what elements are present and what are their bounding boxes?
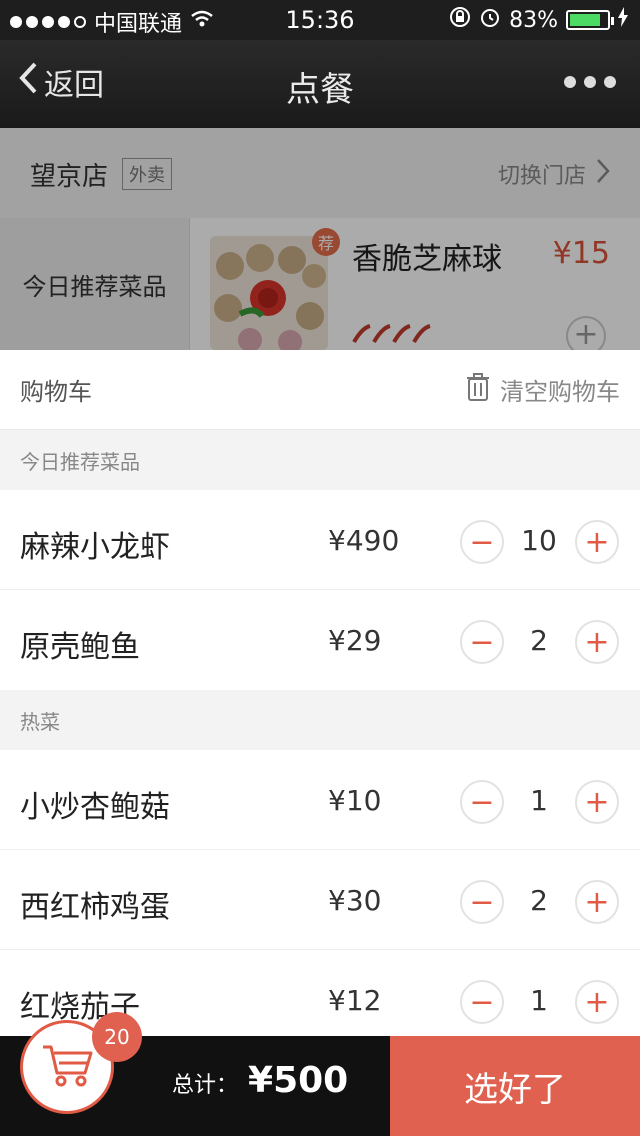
cart-header: 购物车 清空购物车 bbox=[0, 350, 640, 430]
cart-title: 购物车 bbox=[20, 378, 92, 406]
item-price: ¥490 bbox=[328, 524, 400, 557]
cart-panel: 购物车 清空购物车 今日推荐菜品 麻辣小龙虾 ¥490 − 10 + 原壳鲍鱼 … bbox=[0, 350, 640, 1036]
item-name: 原壳鲍鱼 bbox=[20, 630, 140, 665]
item-price: ¥30 bbox=[328, 884, 382, 917]
item-quantity: 2 bbox=[530, 884, 548, 917]
more-dots-icon bbox=[564, 76, 576, 88]
item-quantity: 2 bbox=[530, 624, 548, 657]
increase-button[interactable]: + bbox=[575, 620, 619, 664]
overlay-dim[interactable] bbox=[0, 128, 640, 350]
decrease-button[interactable]: − bbox=[460, 880, 504, 924]
alarm-icon bbox=[479, 6, 501, 34]
cart-item: 麻辣小龙虾 ¥490 − 10 + bbox=[0, 490, 640, 590]
item-name: 小炒杏鲍菇 bbox=[20, 790, 170, 825]
status-bar: 中国联通 15:36 83% bbox=[0, 0, 640, 40]
item-price: ¥10 bbox=[328, 784, 382, 817]
charging-icon bbox=[618, 7, 628, 33]
battery-icon bbox=[566, 10, 614, 30]
status-right: 83% bbox=[449, 6, 628, 34]
section-header: 热菜 bbox=[0, 690, 640, 750]
item-quantity: 1 bbox=[530, 984, 548, 1017]
nav-bar: 返回 点餐 bbox=[0, 40, 640, 128]
total-display: 总计： ¥500 bbox=[172, 1060, 348, 1101]
item-price: ¥12 bbox=[328, 984, 382, 1017]
battery-percent: 83% bbox=[509, 7, 558, 33]
clear-cart-label: 清空购物车 bbox=[500, 378, 620, 406]
cart-item: 小炒杏鲍菇 ¥10 − 1 + bbox=[0, 750, 640, 850]
page-title: 点餐 bbox=[286, 70, 354, 110]
trash-icon bbox=[466, 372, 490, 408]
increase-button[interactable]: + bbox=[575, 780, 619, 824]
section-header: 今日推荐菜品 bbox=[0, 430, 640, 490]
confirm-button[interactable]: 选好了 bbox=[390, 1036, 640, 1136]
item-quantity: 1 bbox=[530, 784, 548, 817]
increase-button[interactable]: + bbox=[575, 880, 619, 924]
cart-icon bbox=[41, 1043, 93, 1091]
orientation-lock-icon bbox=[449, 6, 471, 34]
item-price: ¥29 bbox=[328, 624, 382, 657]
cart-item: 原壳鲍鱼 ¥29 − 2 + bbox=[0, 590, 640, 690]
cart-item: 西红柿鸡蛋 ¥30 − 2 + bbox=[0, 850, 640, 950]
total-label: 总计： bbox=[172, 1073, 239, 1098]
clear-cart-button[interactable]: 清空购物车 bbox=[466, 372, 620, 408]
decrease-button[interactable]: − bbox=[460, 520, 504, 564]
decrease-button[interactable]: − bbox=[460, 980, 504, 1024]
item-name: 西红柿鸡蛋 bbox=[20, 890, 170, 925]
item-name: 麻辣小龙虾 bbox=[20, 530, 170, 565]
cart-count-badge: 20 bbox=[92, 1012, 142, 1062]
item-quantity: 10 bbox=[521, 524, 557, 557]
increase-button[interactable]: + bbox=[575, 520, 619, 564]
decrease-button[interactable]: − bbox=[460, 620, 504, 664]
total-amount: ¥500 bbox=[248, 1060, 349, 1101]
increase-button[interactable]: + bbox=[575, 980, 619, 1024]
more-button[interactable] bbox=[564, 76, 616, 88]
decrease-button[interactable]: − bbox=[460, 780, 504, 824]
